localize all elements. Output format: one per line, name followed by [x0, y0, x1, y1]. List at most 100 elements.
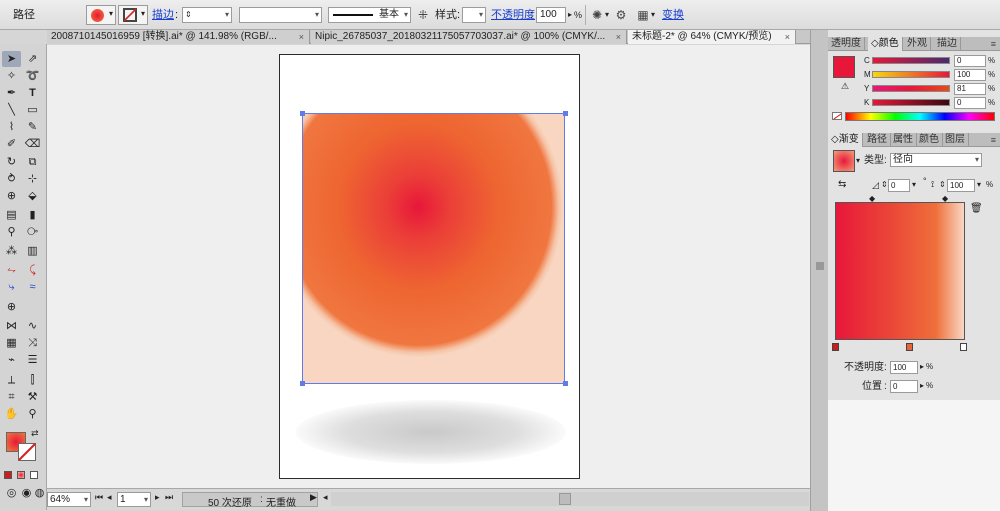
free-transform-tool-icon[interactable]: ⊹ [23, 171, 42, 187]
selection-handle[interactable] [300, 111, 305, 116]
stroke-link[interactable]: 描边 [152, 0, 174, 30]
document-setup-icon[interactable]: ⚙ [612, 6, 630, 24]
artboard-last-icon[interactable]: ⏭ [165, 492, 173, 503]
rectangle-tool-icon[interactable]: ▭ [23, 102, 42, 118]
stroke-color-well[interactable] [18, 443, 36, 461]
blob-brush-tool-icon[interactable]: ✐ [2, 136, 21, 152]
tab-gradient[interactable]: ◇渐变 [828, 133, 863, 147]
panel-collapse-icon[interactable] [816, 262, 824, 270]
slice-tool-icon[interactable]: ≈ [23, 279, 42, 295]
symbol-sprayer-tool-icon[interactable]: ⁂ [2, 243, 21, 259]
selection-handle[interactable] [563, 381, 568, 386]
graphic-style-dropdown[interactable]: ▾ [462, 7, 486, 23]
chevron-down-icon[interactable]: ▾ [912, 180, 916, 189]
black-slider[interactable] [872, 99, 950, 106]
color-spectrum-bar[interactable] [845, 112, 995, 121]
aspect-ratio-field[interactable]: 100 [947, 179, 975, 192]
none-swatch[interactable] [832, 112, 842, 120]
close-icon[interactable]: × [616, 30, 621, 44]
opacity-link[interactable]: 不透明度 [491, 0, 535, 30]
chart-tool-icon[interactable]: ⫿ [23, 372, 42, 388]
perspective-grid-tool-icon[interactable]: ▤ [2, 207, 21, 223]
brush-profile-dropdown[interactable]: 基本 ▾ [328, 7, 411, 23]
rotate-tool-icon[interactable]: ↻ [2, 154, 21, 170]
none-mode-icon[interactable] [30, 471, 38, 479]
mesh-tool-icon[interactable]: ⋈ [2, 318, 21, 334]
measure-tool-icon[interactable]: ⟂ [2, 372, 21, 388]
panel-options-icon[interactable]: ≡ [991, 37, 996, 51]
selection-tool-icon[interactable]: ➤ [2, 51, 21, 67]
artboard-number-field[interactable]: 1 ▾ [117, 492, 151, 507]
black-value[interactable]: 0 [954, 97, 986, 109]
cyan-value[interactable]: 0 [954, 55, 986, 67]
scale-tool-icon[interactable]: ⧉ [23, 154, 42, 170]
swap-colors-icon[interactable]: ⇄ [31, 428, 39, 439]
fill-color-preview[interactable] [833, 56, 855, 78]
cyan-slider[interactable] [872, 57, 950, 64]
hand-tool-icon[interactable]: ✋ [2, 406, 21, 422]
transform-link[interactable]: 变换 [662, 0, 684, 30]
artboard-prev-icon[interactable]: ⏮ [95, 492, 103, 503]
warp-tool-icon[interactable]: ⥁ [2, 171, 21, 187]
eraser-tool-icon[interactable]: ⌫ [23, 136, 42, 152]
eyedropper-tool-icon[interactable]: ⚲ [2, 224, 21, 240]
tab-transparency[interactable]: 透明度 [828, 37, 865, 51]
chevron-right-icon[interactable]: ▸ [920, 381, 924, 390]
envelope-tool-icon[interactable]: ∿ [23, 318, 42, 334]
selection-handle[interactable] [300, 381, 305, 386]
pucker-tool-icon[interactable]: ⤹ [23, 262, 42, 278]
crosshair-tool-icon[interactable]: ⊕ [2, 299, 21, 315]
crop-tool-icon[interactable]: ⌗ [2, 389, 21, 405]
fill-swatch[interactable]: ▾ [86, 5, 116, 25]
shape-builder-tool-icon[interactable]: ⊕ [2, 188, 21, 204]
tab-attributes[interactable]: 属性 [890, 133, 917, 147]
gradient-rectangle[interactable] [302, 113, 565, 384]
yellow-value[interactable]: 81 [954, 83, 986, 95]
scrollbar-thumb[interactable] [559, 493, 571, 505]
knife-tool-icon[interactable]: ⚒ [23, 389, 42, 405]
column-graph-tool-icon[interactable]: ▥ [23, 243, 42, 259]
stop-position-field[interactable]: 0 [890, 380, 918, 393]
artboard-next-icon[interactable]: ▸ [155, 492, 160, 503]
magenta-slider[interactable] [872, 71, 950, 78]
zoom-field[interactable]: 64% ▾ [47, 492, 91, 507]
tab-color[interactable]: ◇颜色 [868, 37, 903, 51]
chevron-down-icon[interactable]: ▾ [605, 10, 609, 19]
pencil-tool-icon[interactable]: ✎ [23, 119, 42, 135]
close-icon[interactable]: × [785, 30, 790, 44]
gradient-stop[interactable] [906, 343, 913, 351]
tab-document-1[interactable]: 2008710145016959 [转换].ai* @ 141.98% (RGB… [47, 30, 310, 44]
yellow-slider[interactable] [872, 85, 950, 92]
recolor-artwork-icon[interactable]: ✺ [588, 6, 606, 24]
stepper-icon[interactable]: ⇕ [939, 180, 946, 189]
horizontal-scrollbar[interactable] [331, 492, 809, 506]
variable-width-dropdown[interactable]: ▾ [239, 7, 322, 23]
reverse-gradient-icon[interactable]: ⇆ [838, 179, 846, 190]
gradient-preview[interactable] [833, 150, 855, 172]
tab-appearance[interactable]: 外观 [904, 37, 931, 51]
delete-stop-icon[interactable]: 🗑 [970, 203, 983, 214]
panel-options-icon[interactable]: ≡ [991, 133, 996, 147]
opacity-field[interactable]: 100 [536, 7, 566, 23]
arrange-tool-icon[interactable]: ⤨ [23, 335, 42, 351]
stroke-weight-field[interactable]: ⇕ ▾ [182, 7, 232, 23]
angle-field[interactable]: 0 [888, 179, 910, 192]
zoom-tool-icon[interactable]: ⚲ [23, 406, 42, 422]
scroll-left-icon[interactable]: ◂ [323, 492, 328, 503]
isolate-icon[interactable]: ▦ [634, 6, 652, 24]
artboard-back-icon[interactable]: ◂ [107, 492, 112, 503]
chevron-down-icon[interactable]: ▾ [651, 10, 655, 19]
gradient-stop[interactable] [832, 343, 839, 351]
list-tool-icon[interactable]: ☰ [23, 352, 42, 368]
chevron-right-icon[interactable]: ▸ [568, 10, 572, 19]
width-tool-icon[interactable]: ⥊ [2, 262, 21, 278]
out-of-gamut-icon[interactable]: ⚠ [841, 81, 849, 92]
color-mode-icon[interactable] [4, 471, 12, 479]
stroke-swatch[interactable]: ▾ [118, 5, 148, 25]
tab-layers[interactable]: 图层 [942, 133, 969, 147]
stop-opacity-field[interactable]: 100 [890, 361, 918, 374]
direct-selection-tool-icon[interactable]: ⇗ [23, 51, 42, 67]
status-menu-icon[interactable]: ▶ [310, 492, 317, 503]
tab-document-3[interactable]: 未标题-2* @ 64% (CMYK/预览) × [628, 30, 796, 44]
blend-tool-icon[interactable]: ⧂ [23, 224, 42, 240]
